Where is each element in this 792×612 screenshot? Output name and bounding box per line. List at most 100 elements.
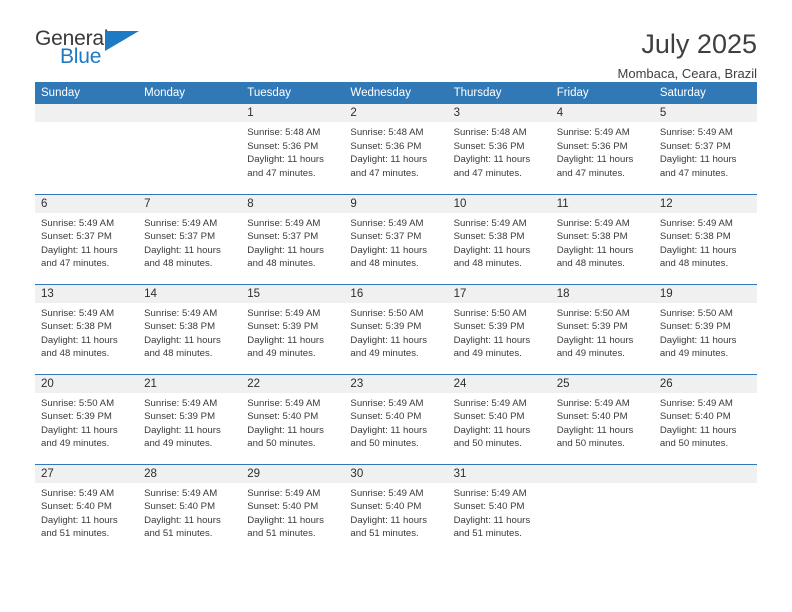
day-cell[interactable]: 24 Sunrise: 5:49 AM Sunset: 5:40 PM Dayl… <box>447 373 551 464</box>
day-number: 5 <box>653 104 757 122</box>
week-row: 13 Sunrise: 5:49 AM Sunset: 5:38 PM Dayl… <box>35 283 757 374</box>
day-cell[interactable]: 31 Sunrise: 5:49 AM Sunset: 5:40 PM Dayl… <box>447 463 551 554</box>
day-details: Sunrise: 5:50 AM Sunset: 5:39 PM Dayligh… <box>453 307 531 360</box>
day-number: 16 <box>344 284 448 303</box>
day-cell[interactable]: 4 Sunrise: 5:49 AM Sunset: 5:36 PM Dayli… <box>550 104 654 194</box>
day-number: 11 <box>550 194 654 213</box>
day-cell[interactable]: 15 Sunrise: 5:49 AM Sunset: 5:39 PM Dayl… <box>241 283 345 374</box>
day-number: 9 <box>344 194 448 213</box>
day-cell[interactable]: 23 Sunrise: 5:49 AM Sunset: 5:40 PM Dayl… <box>344 373 448 464</box>
day-cell[interactable] <box>138 104 242 194</box>
calendar-page: General Blue July 2025 Mombaca, Ceara, B… <box>0 0 792 612</box>
day-cell[interactable]: 18 Sunrise: 5:50 AM Sunset: 5:39 PM Dayl… <box>550 283 654 374</box>
logo-text-blue: Blue <box>60 45 102 68</box>
day-cell[interactable]: 7 Sunrise: 5:49 AM Sunset: 5:37 PM Dayli… <box>138 193 242 284</box>
day-cell[interactable]: 3 Sunrise: 5:48 AM Sunset: 5:36 PM Dayli… <box>447 104 551 194</box>
day-details: Sunrise: 5:50 AM Sunset: 5:39 PM Dayligh… <box>41 397 118 450</box>
day-details: Sunrise: 5:49 AM Sunset: 5:38 PM Dayligh… <box>144 307 221 360</box>
logo-triangle-icon <box>105 31 139 51</box>
day-details: Sunrise: 5:49 AM Sunset: 5:36 PM Dayligh… <box>556 127 634 179</box>
weekday-header-monday: Monday <box>138 82 242 104</box>
general-blue-logo: General Blue <box>35 28 150 74</box>
day-details: Sunrise: 5:49 AM Sunset: 5:37 PM Dayligh… <box>247 217 324 270</box>
day-details: Sunrise: 5:50 AM Sunset: 5:39 PM Dayligh… <box>350 307 428 360</box>
day-cell[interactable]: 27 Sunrise: 5:49 AM Sunset: 5:40 PM Dayl… <box>35 463 139 554</box>
day-cell[interactable]: 25 Sunrise: 5:49 AM Sunset: 5:40 PM Dayl… <box>550 373 654 464</box>
day-cell[interactable]: 9 Sunrise: 5:49 AM Sunset: 5:37 PM Dayli… <box>344 193 448 284</box>
day-cell[interactable]: 26 Sunrise: 5:49 AM Sunset: 5:40 PM Dayl… <box>653 373 757 464</box>
day-number <box>653 464 757 483</box>
day-cell[interactable]: 17 Sunrise: 5:50 AM Sunset: 5:39 PM Dayl… <box>447 283 551 374</box>
day-cell[interactable]: 29 Sunrise: 5:49 AM Sunset: 5:40 PM Dayl… <box>241 463 345 554</box>
day-cell[interactable] <box>35 104 139 194</box>
day-number: 7 <box>138 194 242 213</box>
day-number: 4 <box>550 104 654 122</box>
page-title: July 2025 <box>641 29 757 59</box>
day-cell[interactable]: 20 Sunrise: 5:50 AM Sunset: 5:39 PM Dayl… <box>35 373 139 464</box>
day-number: 1 <box>241 104 345 122</box>
day-number: 29 <box>241 464 345 483</box>
day-details <box>551 483 654 487</box>
day-number: 2 <box>344 104 448 122</box>
week-row: 27 Sunrise: 5:49 AM Sunset: 5:40 PM Dayl… <box>35 463 757 554</box>
weekday-header-tuesday: Tuesday <box>241 82 345 104</box>
day-cell[interactable]: 8 Sunrise: 5:49 AM Sunset: 5:37 PM Dayli… <box>241 193 345 284</box>
day-number: 22 <box>241 374 345 393</box>
day-number: 18 <box>550 284 654 303</box>
day-details: Sunrise: 5:49 AM Sunset: 5:37 PM Dayligh… <box>41 217 118 270</box>
day-number: 27 <box>35 464 139 483</box>
day-cell[interactable] <box>550 463 654 554</box>
week-row: 1 Sunrise: 5:48 AM Sunset: 5:36 PM Dayli… <box>35 104 757 194</box>
day-details: Sunrise: 5:49 AM Sunset: 5:37 PM Dayligh… <box>659 127 737 179</box>
weekday-header-wednesday: Wednesday <box>344 82 448 104</box>
day-details: Sunrise: 5:49 AM Sunset: 5:40 PM Dayligh… <box>350 487 428 540</box>
day-cell[interactable]: 12 Sunrise: 5:49 AM Sunset: 5:38 PM Dayl… <box>653 193 757 284</box>
location-subtitle: Mombaca, Ceara, Brazil <box>617 66 757 82</box>
day-details <box>35 122 138 126</box>
day-number: 12 <box>653 194 757 213</box>
day-number: 30 <box>344 464 448 483</box>
day-cell[interactable]: 1 Sunrise: 5:48 AM Sunset: 5:36 PM Dayli… <box>241 104 345 194</box>
day-details: Sunrise: 5:49 AM Sunset: 5:38 PM Dayligh… <box>556 217 634 270</box>
day-cell[interactable]: 6 Sunrise: 5:49 AM Sunset: 5:37 PM Dayli… <box>35 193 139 284</box>
day-details: Sunrise: 5:48 AM Sunset: 5:36 PM Dayligh… <box>350 127 428 179</box>
day-cell[interactable]: 22 Sunrise: 5:49 AM Sunset: 5:40 PM Dayl… <box>241 373 345 464</box>
day-details <box>654 483 757 487</box>
day-cell[interactable]: 2 Sunrise: 5:48 AM Sunset: 5:36 PM Dayli… <box>344 104 448 194</box>
day-details: Sunrise: 5:49 AM Sunset: 5:37 PM Dayligh… <box>144 217 221 270</box>
day-number: 15 <box>241 284 345 303</box>
sunrise-sunset-calendar: Sunday Monday Tuesday Wednesday Thursday… <box>35 82 757 554</box>
weekday-header-row: Sunday Monday Tuesday Wednesday Thursday… <box>35 82 757 104</box>
day-number: 28 <box>138 464 242 483</box>
day-cell[interactable]: 13 Sunrise: 5:49 AM Sunset: 5:38 PM Dayl… <box>35 283 139 374</box>
day-cell[interactable]: 30 Sunrise: 5:49 AM Sunset: 5:40 PM Dayl… <box>344 463 448 554</box>
day-details: Sunrise: 5:49 AM Sunset: 5:40 PM Dayligh… <box>659 397 737 450</box>
day-cell[interactable]: 16 Sunrise: 5:50 AM Sunset: 5:39 PM Dayl… <box>344 283 448 374</box>
day-cell[interactable]: 14 Sunrise: 5:49 AM Sunset: 5:38 PM Dayl… <box>138 283 242 374</box>
day-details: Sunrise: 5:49 AM Sunset: 5:40 PM Dayligh… <box>144 487 221 540</box>
day-details: Sunrise: 5:49 AM Sunset: 5:40 PM Dayligh… <box>41 487 118 540</box>
day-details: Sunrise: 5:49 AM Sunset: 5:38 PM Dayligh… <box>659 217 737 270</box>
day-cell[interactable]: 28 Sunrise: 5:49 AM Sunset: 5:40 PM Dayl… <box>138 463 242 554</box>
day-cell[interactable]: 10 Sunrise: 5:49 AM Sunset: 5:38 PM Dayl… <box>447 193 551 284</box>
day-number: 31 <box>447 464 551 483</box>
day-number: 25 <box>550 374 654 393</box>
day-number <box>138 104 242 122</box>
day-cell[interactable]: 11 Sunrise: 5:49 AM Sunset: 5:38 PM Dayl… <box>550 193 654 284</box>
day-number <box>35 104 139 122</box>
day-number: 21 <box>138 374 242 393</box>
day-number: 24 <box>447 374 551 393</box>
day-details: Sunrise: 5:48 AM Sunset: 5:36 PM Dayligh… <box>247 127 324 179</box>
day-cell[interactable]: 5 Sunrise: 5:49 AM Sunset: 5:37 PM Dayli… <box>653 104 757 194</box>
day-cell[interactable]: 21 Sunrise: 5:49 AM Sunset: 5:39 PM Dayl… <box>138 373 242 464</box>
day-details: Sunrise: 5:49 AM Sunset: 5:39 PM Dayligh… <box>247 307 324 360</box>
page-header: General Blue July 2025 Mombaca, Ceara, B… <box>35 0 757 81</box>
day-cell[interactable] <box>653 463 757 554</box>
day-details: Sunrise: 5:49 AM Sunset: 5:38 PM Dayligh… <box>453 217 531 270</box>
weekday-header-saturday: Saturday <box>653 82 757 104</box>
weekday-header-sunday: Sunday <box>35 82 139 104</box>
day-details: Sunrise: 5:49 AM Sunset: 5:40 PM Dayligh… <box>350 397 428 450</box>
day-number: 3 <box>447 104 551 122</box>
day-cell[interactable]: 19 Sunrise: 5:50 AM Sunset: 5:39 PM Dayl… <box>653 283 757 374</box>
weekday-header-thursday: Thursday <box>447 82 551 104</box>
